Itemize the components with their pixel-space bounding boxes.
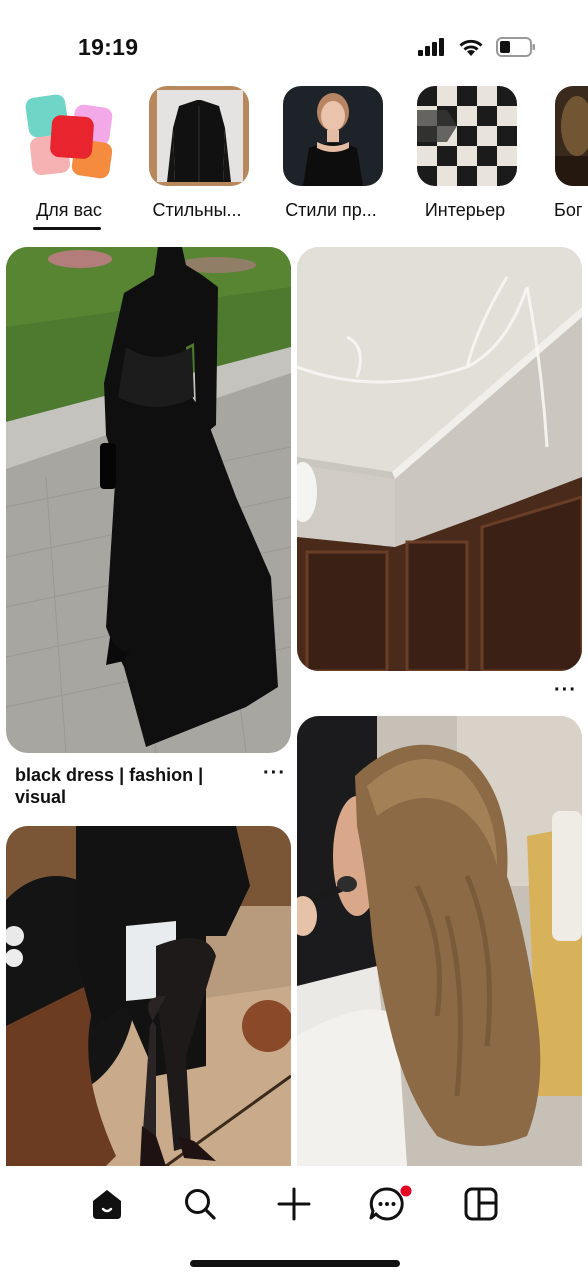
status-bar: 19:19 (0, 0, 588, 90)
board-partial[interactable]: Бог (546, 86, 588, 226)
wifi-icon (459, 39, 483, 56)
nav-home[interactable] (85, 1182, 129, 1226)
board-label: Стильны... (152, 200, 242, 220)
pin-image (6, 826, 291, 1166)
board-label: Стили пр... (285, 200, 377, 220)
pin-black-coat[interactable] (6, 826, 291, 1166)
board-interior[interactable]: Интерьер (410, 86, 520, 226)
board-thumbnail-image (417, 86, 517, 186)
board-label: Интерьер (424, 200, 506, 220)
board-label: Для вас (36, 200, 102, 220)
nav-messages[interactable] (366, 1182, 412, 1226)
for-you-tiles-icon (21, 86, 121, 186)
pin-image (297, 247, 582, 671)
nav-boards[interactable] (459, 1182, 503, 1226)
home-icon (93, 1190, 121, 1219)
board-label: Бог (554, 200, 583, 220)
status-time: 19:19 (78, 34, 139, 60)
board-thumbnail-image (149, 86, 249, 186)
board-thumbnail-image (555, 86, 588, 186)
pin-hair-makeup[interactable] (297, 716, 582, 1166)
notification-dot-icon (400, 1185, 412, 1197)
battery-icon (496, 37, 535, 57)
home-indicator (190, 1260, 400, 1267)
board-for-you[interactable]: Для вас (14, 86, 124, 226)
nav-create[interactable] (272, 1182, 316, 1226)
pin-more-button[interactable]: ··· (554, 679, 577, 702)
pin-image (297, 716, 582, 1166)
pin-black-dress[interactable] (6, 247, 291, 753)
status-icons (418, 37, 536, 57)
board-stylish[interactable]: Стильны... (142, 86, 252, 226)
board-thumbnail-image (283, 86, 383, 186)
board-styles[interactable]: Стили пр... (276, 86, 386, 226)
board-strip: Для вас Стильны... Стили пр... Интерьер … (0, 86, 588, 236)
pin-ceiling-interior[interactable] (297, 247, 582, 671)
pin-image (6, 247, 291, 753)
search-icon (185, 1189, 216, 1220)
nav-search[interactable] (178, 1182, 222, 1226)
pin-more-button[interactable]: ··· (263, 762, 286, 785)
create-plus-icon (277, 1187, 311, 1221)
pin-title[interactable]: black dress | fashion | visual (15, 764, 255, 808)
cellular-signal-icon (418, 38, 444, 56)
selected-board-underline (33, 227, 101, 230)
boards-icon (464, 1187, 498, 1221)
